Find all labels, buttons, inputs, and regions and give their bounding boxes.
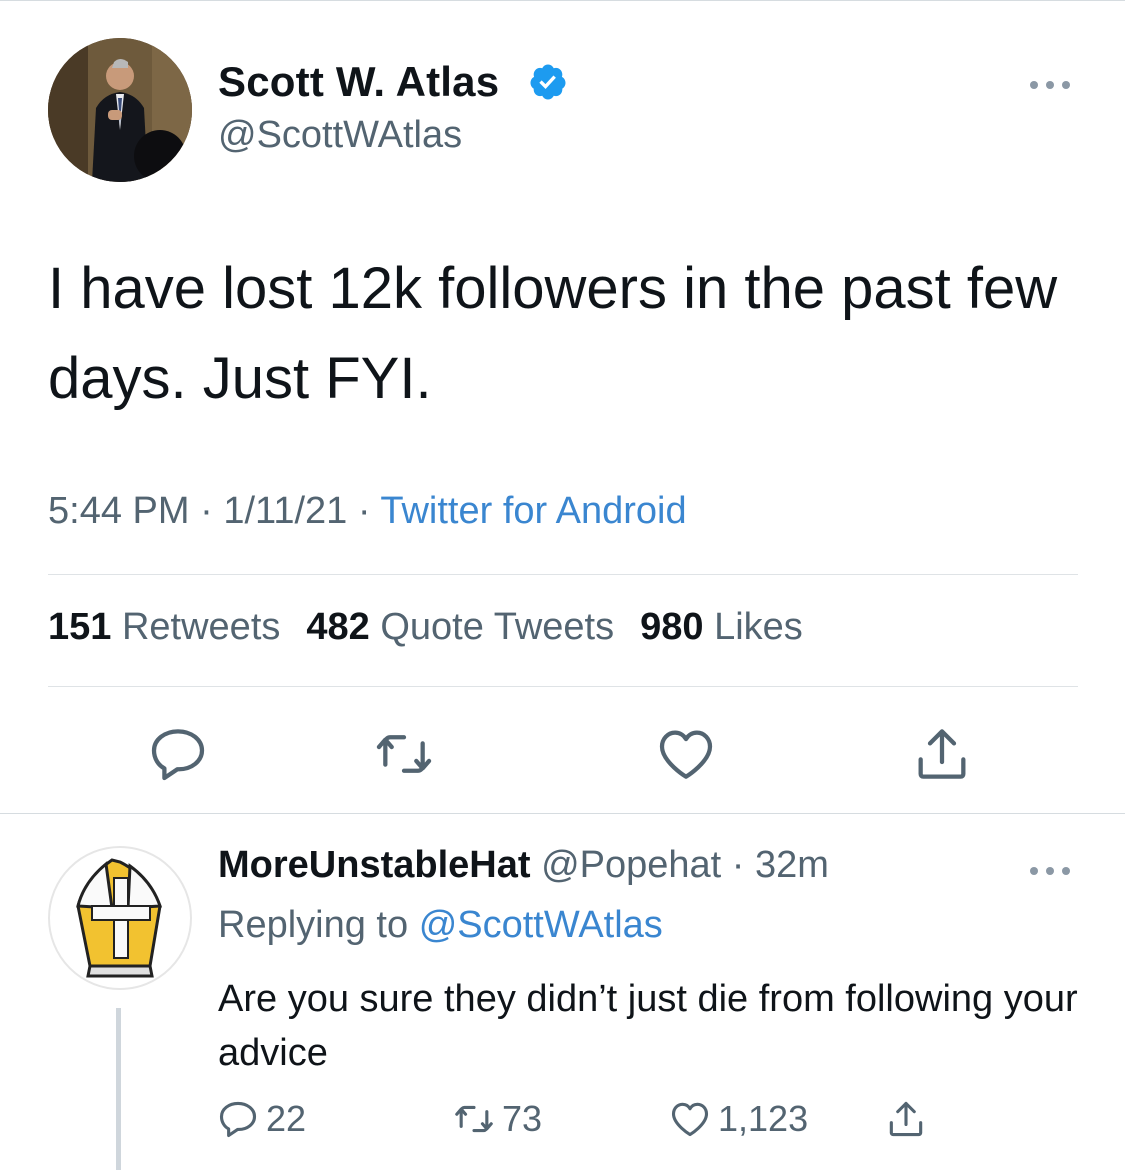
share-icon bbox=[889, 1101, 923, 1137]
replying-to-line: Replying to @ScottWAtlas bbox=[218, 904, 663, 947]
tweet-time[interactable]: 5:44 PM bbox=[48, 490, 190, 532]
reply-like-count: 1,123 bbox=[718, 1098, 809, 1139]
reply-like-button[interactable]: 1,123 bbox=[668, 1096, 808, 1142]
tweet-meta: 5:44 PM · 1/11/21 · Twitter for Android bbox=[48, 490, 687, 533]
meta-separator: · bbox=[357, 490, 381, 532]
retweet-icon bbox=[455, 1105, 493, 1133]
meta-separator: · bbox=[200, 490, 224, 532]
divider bbox=[48, 574, 1078, 575]
author-avatar[interactable] bbox=[48, 38, 192, 182]
mitre-hat-icon bbox=[76, 858, 163, 978]
retweet-icon[interactable] bbox=[372, 722, 436, 786]
reply-share-button[interactable] bbox=[884, 1096, 934, 1142]
replying-to-mention[interactable]: @ScottWAtlas bbox=[419, 904, 663, 946]
divider bbox=[0, 813, 1125, 814]
reply-icon bbox=[219, 1101, 257, 1138]
reply-author-avatar[interactable] bbox=[48, 846, 192, 990]
reply-reply-count: 22 bbox=[266, 1098, 307, 1139]
tweet-stats: 151 Retweets 482 Quote Tweets 980 Likes bbox=[48, 606, 803, 649]
author-handle[interactable]: @ScottWAtlas bbox=[218, 114, 462, 157]
reply-age[interactable]: 32m bbox=[755, 844, 829, 886]
author-photo bbox=[48, 38, 192, 182]
retweets-stat[interactable]: 151 Retweets bbox=[48, 606, 280, 648]
meta-separator: · bbox=[731, 844, 745, 886]
likes-stat[interactable]: 980 Likes bbox=[640, 606, 803, 648]
share-icon[interactable] bbox=[910, 722, 974, 786]
author-name[interactable]: Scott W. Atlas bbox=[218, 58, 499, 106]
thread-line bbox=[116, 1008, 121, 1170]
reply-author-handle[interactable]: @Popehat bbox=[541, 844, 721, 886]
verified-badge-icon bbox=[530, 64, 566, 100]
more-options-icon[interactable] bbox=[1028, 70, 1072, 100]
reply-more-options-icon[interactable] bbox=[1028, 856, 1072, 886]
reply-retweet-count: 73 bbox=[502, 1098, 543, 1139]
reply-icon[interactable] bbox=[146, 722, 210, 786]
reply-author-name[interactable]: MoreUnstableHat bbox=[218, 844, 531, 886]
reply-retweet-button[interactable]: 73 bbox=[452, 1096, 542, 1142]
replying-to-label: Replying to bbox=[218, 904, 409, 946]
top-divider bbox=[0, 0, 1125, 1]
like-icon[interactable] bbox=[654, 722, 718, 786]
reply-text: Are you sure they didn’t just die from f… bbox=[218, 978, 1078, 1074]
tweet-detail-page: Scott W. Atlas @ScottWAtlas I have lost … bbox=[0, 0, 1125, 1170]
reply-header: MoreUnstableHat @Popehat · 32m bbox=[218, 844, 829, 887]
tweet-date[interactable]: 1/11/21 bbox=[223, 490, 347, 532]
reply-reply-button[interactable]: 22 bbox=[216, 1096, 306, 1142]
divider bbox=[48, 686, 1078, 687]
tweet-text: I have lost 12k followers in the past fe… bbox=[48, 256, 1058, 411]
like-icon bbox=[671, 1102, 709, 1137]
tweet-source-link[interactable]: Twitter for Android bbox=[380, 490, 686, 532]
quote-tweets-stat[interactable]: 482 Quote Tweets bbox=[306, 606, 614, 648]
